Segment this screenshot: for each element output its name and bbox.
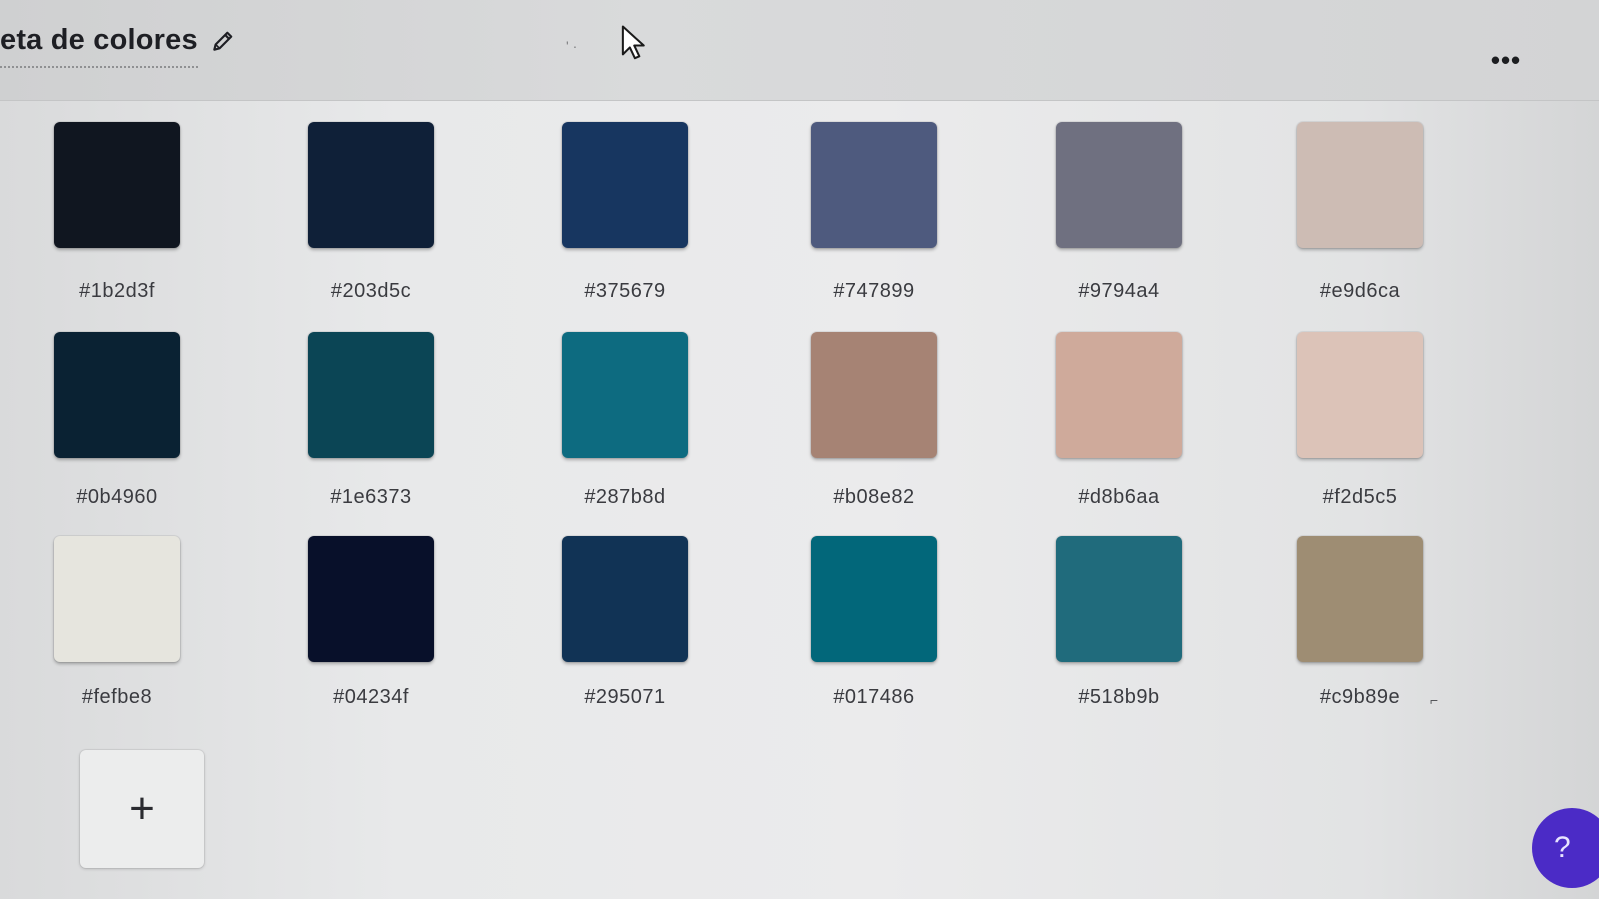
plus-icon: + [129, 784, 155, 833]
color-hex-label: #fefbe8 [81, 686, 153, 708]
color-hex-label: #287b8d [584, 486, 666, 508]
color-swatch[interactable] [1056, 332, 1182, 458]
color-swatch[interactable] [562, 122, 688, 248]
color-swatch[interactable] [811, 536, 937, 662]
color-swatch[interactable] [308, 332, 434, 458]
color-hex-label: #295071 [584, 686, 666, 708]
color-hex-label: #375679 [584, 280, 666, 302]
color-hex-label: #b08e82 [833, 486, 915, 508]
color-swatch[interactable] [1297, 536, 1423, 662]
color-hex-label: #203d5c [330, 280, 412, 302]
color-hex-label: #1b2d3f [79, 280, 155, 302]
color-swatch[interactable] [1056, 122, 1182, 248]
color-hex-label: #518b9b [1078, 686, 1160, 708]
color-swatch[interactable] [562, 332, 688, 458]
color-hex-label: #017486 [833, 686, 915, 708]
color-swatch[interactable] [54, 122, 180, 248]
title-wrap: eta de colores [0, 22, 236, 68]
color-hex-label: #d8b6aa [1078, 486, 1160, 508]
stray-glyph: ' · [566, 38, 578, 54]
color-hex-label: #0b4960 [76, 486, 158, 508]
more-options-button[interactable]: ••• [1486, 46, 1526, 74]
color-hex-label: #04234f [333, 686, 409, 708]
pencil-icon[interactable] [210, 28, 236, 54]
color-swatch[interactable] [811, 122, 937, 248]
color-swatch[interactable] [54, 536, 180, 662]
palette-title[interactable]: eta de colores [0, 22, 198, 68]
color-hex-label: #c9b89e [1319, 686, 1401, 708]
help-button[interactable]: ? [1532, 808, 1599, 888]
color-hex-label: #f2d5c5 [1322, 486, 1398, 508]
palette-screen: eta de colores ' · ••• + ⌐ ? #1b2d3f #203… [0, 0, 1599, 899]
color-swatch[interactable] [562, 536, 688, 662]
color-swatch[interactable] [1297, 332, 1423, 458]
mouse-cursor-icon [621, 25, 645, 60]
palette-header: eta de colores ' · ••• [0, 0, 1599, 101]
add-color-button[interactable]: + [80, 750, 204, 868]
color-swatch[interactable] [1297, 122, 1423, 248]
color-swatch[interactable] [308, 122, 434, 248]
color-swatch[interactable] [811, 332, 937, 458]
color-hex-label: #1e6373 [330, 486, 412, 508]
color-hex-label: #9794a4 [1078, 280, 1160, 302]
color-swatch[interactable] [54, 332, 180, 458]
color-swatch[interactable] [1056, 536, 1182, 662]
color-swatch[interactable] [308, 536, 434, 662]
color-hex-label: #e9d6ca [1319, 280, 1401, 302]
color-hex-label: #747899 [833, 280, 915, 302]
